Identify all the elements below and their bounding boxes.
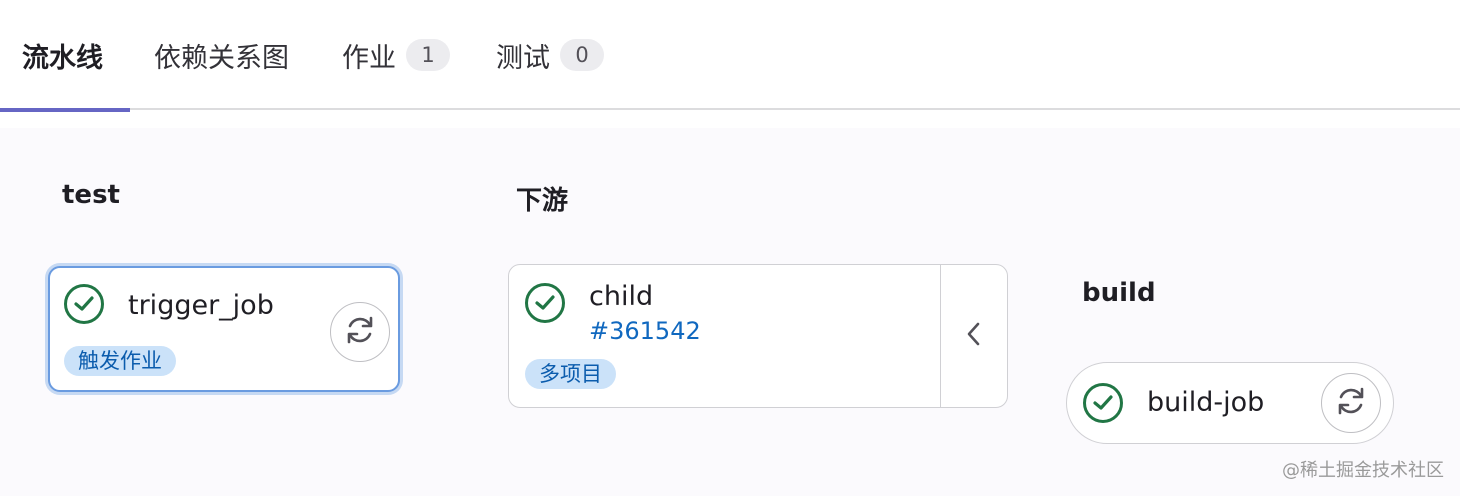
job-card-trigger-job[interactable]: trigger_job 触发作业 — [48, 266, 400, 392]
chevron-left-icon — [966, 321, 982, 351]
downstream-pipeline-link[interactable]: #361542 — [589, 317, 701, 345]
pipeline-tabs: 流水线 依赖关系图 作业 1 测试 0 — [0, 0, 1460, 112]
job-card-build-job[interactable]: build-job — [1066, 362, 1394, 444]
retry-icon — [343, 313, 377, 351]
collapse-downstream-button[interactable] — [940, 265, 1007, 407]
success-status-icon — [525, 283, 565, 323]
retry-button[interactable] — [330, 302, 390, 362]
stage-title-downstream: 下游 — [516, 186, 569, 216]
stage-title-build: build — [1082, 278, 1156, 308]
retry-button[interactable] — [1321, 373, 1381, 433]
watermark: @稀土掘金技术社区 — [1282, 460, 1444, 481]
tab-dependency-graph-label: 依赖关系图 — [154, 42, 289, 74]
active-tab-indicator — [0, 108, 130, 112]
pipeline-graph: test trigger_job 触发作业 下游 child #361542 多… — [0, 128, 1460, 496]
tab-pipeline[interactable]: 流水线 — [0, 0, 130, 112]
tab-jobs[interactable]: 作业 1 — [342, 0, 450, 110]
retry-icon — [1334, 384, 1368, 422]
tab-jobs-label: 作业 — [342, 42, 396, 74]
tab-tests[interactable]: 测试 0 — [496, 0, 604, 110]
trigger-job-badge: 触发作业 — [64, 346, 176, 376]
job-name: build-job — [1147, 387, 1265, 418]
stage-title-test: test — [62, 180, 120, 210]
tab-tests-count: 0 — [560, 39, 604, 71]
tab-dependency-graph[interactable]: 依赖关系图 — [154, 0, 289, 110]
success-status-icon — [1083, 383, 1123, 423]
tab-pipeline-label: 流水线 — [22, 42, 103, 74]
tab-jobs-count: 1 — [406, 39, 450, 71]
downstream-pipeline-card[interactable]: child #361542 多项目 — [508, 264, 1008, 408]
multi-project-badge: 多项目 — [525, 359, 616, 389]
tab-tests-label: 测试 — [496, 42, 550, 74]
job-name: trigger_job — [128, 290, 274, 321]
downstream-project-name: child — [589, 281, 654, 312]
success-status-icon — [64, 284, 104, 324]
